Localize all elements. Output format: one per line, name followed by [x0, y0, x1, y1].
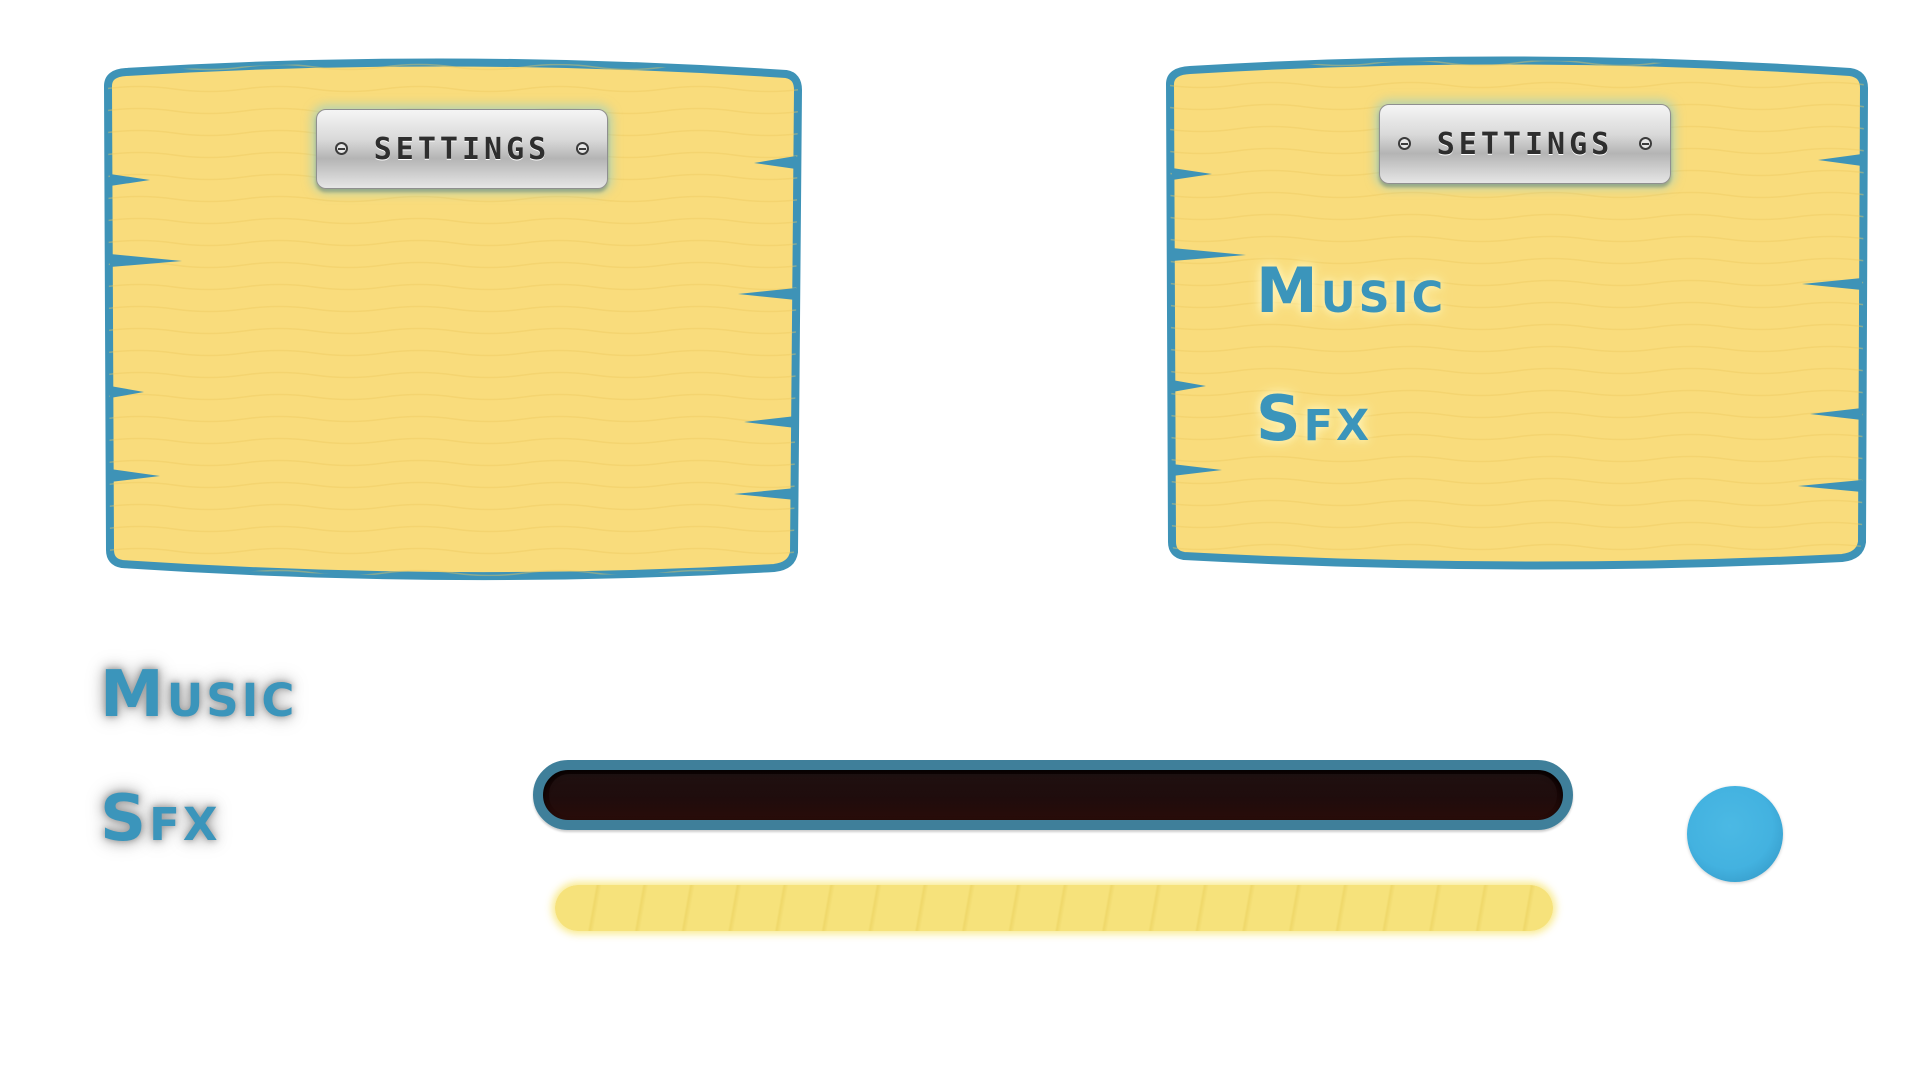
screw-icon: [335, 142, 348, 155]
music-label-standalone: Music: [100, 658, 298, 732]
settings-panel-empty: SETTINGS: [103, 56, 808, 581]
sfx-label-standalone: Sfx: [100, 782, 221, 856]
screw-icon: [576, 142, 589, 155]
volume-slider-knob[interactable]: [1687, 786, 1783, 882]
settings-title-plate: SETTINGS: [316, 109, 608, 189]
screw-icon: [1398, 137, 1411, 150]
settings-title: SETTINGS: [373, 131, 551, 167]
settings-title: SETTINGS: [1436, 126, 1614, 162]
music-label: Music: [1256, 254, 1447, 327]
volume-slider-fill: [555, 885, 1553, 931]
slider-track-inner: [549, 774, 1557, 816]
screw-icon: [1639, 137, 1652, 150]
sfx-label: Sfx: [1256, 382, 1373, 455]
settings-title-plate: SETTINGS: [1379, 104, 1671, 184]
volume-slider-track[interactable]: [533, 760, 1573, 830]
settings-panel-with-labels: SETTINGS Music Sfx: [1165, 52, 1874, 574]
